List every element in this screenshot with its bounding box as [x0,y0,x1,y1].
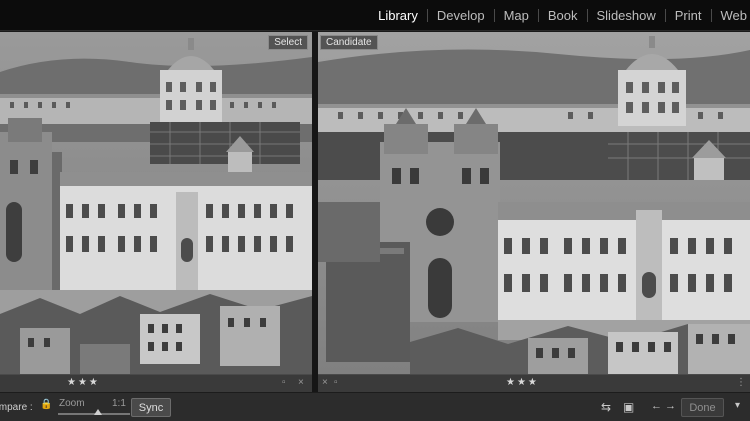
candidate-close-icon[interactable]: × [322,377,328,388]
zoom-label: Zoom [59,398,85,409]
zoom-slider-thumb[interactable] [94,409,102,415]
select-rating[interactable]: ★★★ [67,377,100,388]
candidate-flag-icon[interactable]: ▫ [334,377,338,388]
select-close-icon[interactable]: × [298,377,304,388]
swap-icon[interactable]: ⇆ [601,400,611,414]
select-pane[interactable]: Select [0,32,312,374]
select-photo [0,32,312,374]
candidate-info-strip: × ▫ ★★★ ⋮ [318,374,750,392]
candidate-more-icon[interactable]: ⋮ [736,377,746,388]
module-web[interactable]: Web [712,8,750,23]
select-label: Select [268,35,308,50]
module-develop[interactable]: Develop [428,8,494,23]
toolbar-menu-icon[interactable]: ▾ [735,400,740,411]
select-info-strip: ★★★ ▫ × [0,374,312,392]
module-map[interactable]: Map [495,8,538,23]
zoom-value: 1:1 [112,398,126,409]
candidate-pane[interactable]: Candidate [318,32,750,374]
candidate-rating[interactable]: ★★★ [506,377,539,388]
module-library[interactable]: Library [369,8,427,23]
done-button[interactable]: Done [681,398,724,417]
sync-button[interactable]: Sync [131,398,171,417]
lock-icon[interactable]: 🔒 [40,399,52,410]
compare-toolbar: Compare : 🔒 Zoom 1:1 Sync ⇆ ▣ ← → Done ▾ [0,392,750,421]
candidate-photo [318,32,750,374]
compare-label: Compare : [0,402,33,413]
module-print[interactable]: Print [666,8,711,23]
module-picker: Library Develop Map Book Slideshow Print… [0,0,750,31]
select-flag-icon[interactable]: ▫ [282,377,286,388]
candidate-label: Candidate [320,35,378,50]
module-slideshow[interactable]: Slideshow [588,8,665,23]
module-list: Library Develop Map Book Slideshow Print… [369,0,750,31]
module-book[interactable]: Book [539,8,587,23]
make-select-icon[interactable]: ▣ [623,400,634,414]
navigate-arrows-icon[interactable]: ← → [651,400,676,412]
